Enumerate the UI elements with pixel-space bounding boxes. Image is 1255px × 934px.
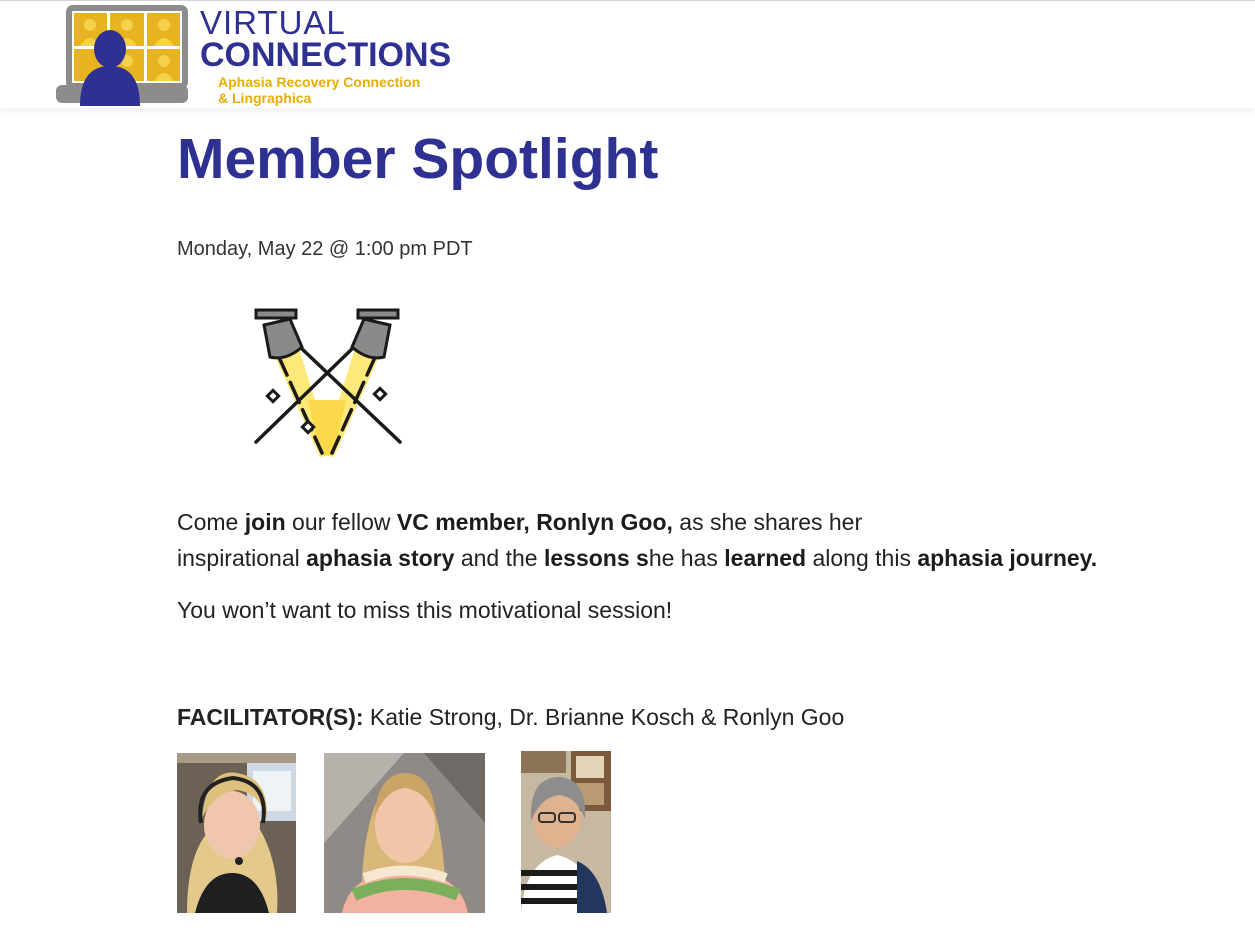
facilitator-photo-katie <box>177 753 296 913</box>
logo-subtitle-line2: & Lingraphica <box>218 90 312 106</box>
motivation-text: You won’t want to miss this motivational… <box>177 597 673 623</box>
spotlight-illustration-icon <box>254 308 402 457</box>
desc-text: as she shares her <box>672 509 863 535</box>
desc-text: he has <box>648 545 725 571</box>
desc-bold: VC member, Ronlyn Goo, <box>396 509 673 535</box>
facilitators-names: Katie Strong, Dr. Brianne Kosch & Ronlyn… <box>363 704 845 730</box>
video-grid-laptop-logo-icon <box>56 5 188 106</box>
page-title: Member Spotlight <box>177 127 659 191</box>
event-description: Come join our fellow VC member, Ronlyn G… <box>177 504 1237 576</box>
facilitator-photo-ronlyn <box>521 751 611 913</box>
logo-subtitle-line1: Aphasia Recovery Connection <box>218 74 421 90</box>
site-logo[interactable]: VIRTUAL CONNECTIONS Aphasia Recovery Con… <box>54 3 474 107</box>
desc-text: our fellow <box>285 509 397 535</box>
desc-text: and the <box>454 545 544 571</box>
desc-text: inspirational <box>177 545 307 571</box>
facilitators-line: FACILITATOR(S): Katie Strong, Dr. Briann… <box>177 700 844 734</box>
desc-text: Come <box>177 509 245 535</box>
event-datetime: Monday, May 22 @ 1:00 pm PDT <box>177 238 473 260</box>
desc-bold: learned <box>724 545 807 571</box>
facilitator-photo-brianne <box>324 753 485 913</box>
desc-bold: aphasia journey. <box>917 545 1098 571</box>
desc-text: along this <box>806 545 918 571</box>
logo-line-connections: CONNECTIONS <box>200 36 452 74</box>
site-header: VIRTUAL CONNECTIONS Aphasia Recovery Con… <box>0 1 1255 108</box>
desc-bold: aphasia story <box>306 545 455 571</box>
desc-bold: join <box>244 509 286 535</box>
facilitators-label: FACILITATOR(S): <box>177 704 364 730</box>
desc-bold: lessons s <box>543 545 649 571</box>
